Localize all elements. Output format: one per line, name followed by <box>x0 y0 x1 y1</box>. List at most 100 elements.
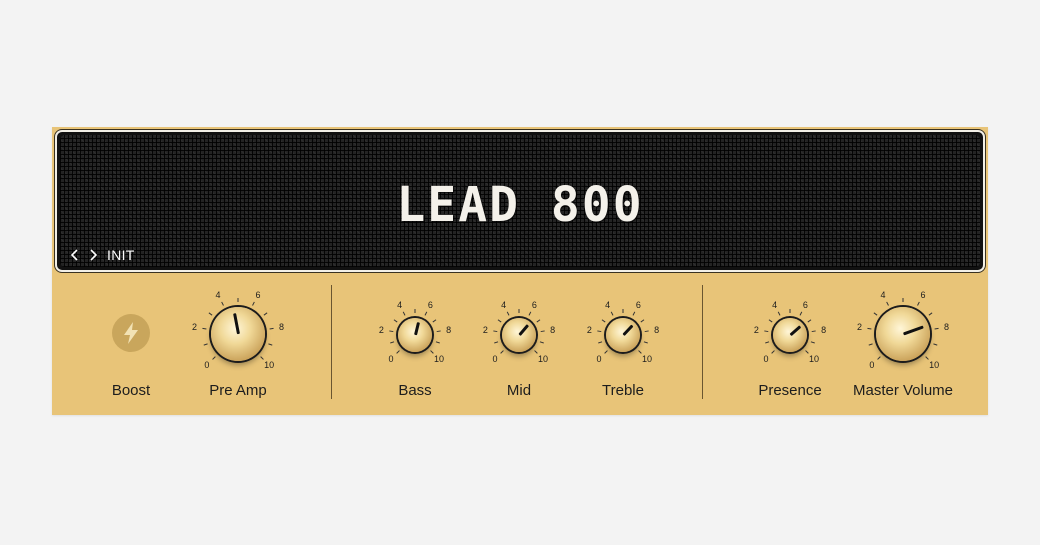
knob-tick <box>928 312 933 316</box>
knob-scale-number: 8 <box>550 324 556 335</box>
knob-pointer <box>902 325 924 336</box>
lightning-bolt-icon <box>124 322 138 344</box>
knob-tick <box>765 341 770 344</box>
chevron-right-icon[interactable] <box>87 247 99 263</box>
knob-scale-number: 10 <box>809 354 820 365</box>
knob-scale-number: 2 <box>192 322 198 333</box>
knob-tick <box>534 350 538 354</box>
knob-scale-number: 2 <box>378 324 384 335</box>
knob-scale-number: 6 <box>531 299 537 310</box>
knob-scale-number: 4 <box>772 299 778 310</box>
knob-tick <box>873 312 878 316</box>
master-volume-label: Master Volume <box>852 382 954 399</box>
knob-tick <box>632 311 636 316</box>
knob-tick <box>810 341 815 344</box>
knob-scale-number: 0 <box>492 354 498 365</box>
knob-tick <box>500 350 504 354</box>
knob-tick <box>807 319 812 323</box>
knob-pointer <box>232 313 240 335</box>
knob-tick <box>799 311 803 316</box>
boost-button[interactable] <box>112 314 150 352</box>
knob-scale-number: 4 <box>501 299 507 310</box>
knob-scale-number: 2 <box>586 324 592 335</box>
preset-name[interactable]: INIT <box>107 247 135 263</box>
amp-logo: LEAD 800 <box>396 177 644 233</box>
knob-tick <box>597 330 602 333</box>
knob-cap[interactable] <box>502 318 536 352</box>
knob-scale-number: 0 <box>596 354 602 365</box>
knob-pointer <box>517 324 529 336</box>
knob-scale-number: 0 <box>204 360 210 371</box>
knob-tick <box>396 350 400 354</box>
knob-tick <box>260 356 264 360</box>
speaker-grille: LEAD 800 <box>60 135 980 267</box>
knob-tick <box>494 341 499 344</box>
knob-cap[interactable] <box>606 318 640 352</box>
knob-tick <box>432 319 437 323</box>
knob-scale-number: 6 <box>255 289 261 300</box>
knob-tick <box>430 350 434 354</box>
knob-tick <box>269 327 274 330</box>
knob-scale-number: 8 <box>278 322 284 333</box>
knob-tick <box>925 356 929 360</box>
knob-cap[interactable] <box>211 307 265 361</box>
knob-tick <box>539 341 544 344</box>
knob-tick <box>934 327 939 330</box>
knob-tick <box>436 330 441 333</box>
knob-tick <box>506 311 510 316</box>
knob-pointer <box>789 325 801 337</box>
knob-tick <box>598 341 603 344</box>
knob-tick <box>493 330 498 333</box>
knob-cap[interactable] <box>398 318 432 352</box>
knob-scale-number: 10 <box>264 360 275 371</box>
knob-tick <box>393 319 398 323</box>
knob-tick <box>208 312 213 316</box>
knob-scale-number: 4 <box>397 299 403 310</box>
knob-scale-number: 6 <box>920 289 926 300</box>
knob-tick <box>268 343 273 346</box>
knob-tick <box>435 341 440 344</box>
knob-scale-number: 4 <box>880 289 886 300</box>
knob-pointer <box>621 324 633 337</box>
knob-tick <box>917 301 920 306</box>
knob-tick <box>390 341 395 344</box>
speaker-grille-frame: LEAD 800 INIT <box>55 130 985 272</box>
pre-amp-label: Pre Amp <box>209 382 267 399</box>
boost-label: Boost <box>111 382 151 399</box>
knob-scale-number: 2 <box>753 324 759 335</box>
knob-scale-number: 10 <box>929 360 940 371</box>
knob-tick <box>877 356 881 360</box>
knob-tick <box>424 311 428 316</box>
knob-tick <box>805 350 809 354</box>
knob-scale-number: 4 <box>605 299 611 310</box>
knob-tick <box>212 356 216 360</box>
section-divider <box>331 285 332 399</box>
knob-tick <box>777 311 781 316</box>
knob-tick <box>601 319 606 323</box>
knob-tick <box>202 327 207 330</box>
knob-tick <box>528 311 532 316</box>
knob-tick <box>203 343 208 346</box>
knob-cap[interactable] <box>773 318 807 352</box>
knob-tick <box>644 330 649 333</box>
knob-tick <box>867 327 872 330</box>
knob-tick <box>768 319 773 323</box>
knob-scale-number: 8 <box>821 324 827 335</box>
knob-tick <box>868 343 873 346</box>
knob-tick <box>811 330 816 333</box>
knob-tick <box>771 350 775 354</box>
section-divider <box>702 285 703 399</box>
chevron-left-icon[interactable] <box>69 247 81 263</box>
knob-tick <box>886 301 889 306</box>
knob-scale-number: 0 <box>388 354 394 365</box>
knob-tick <box>252 301 255 306</box>
knob-tick <box>610 311 614 316</box>
knob-scale-number: 2 <box>482 324 488 335</box>
knob-scale-number: 2 <box>857 322 863 333</box>
knob-tick <box>389 330 394 333</box>
knob-scale-number: 6 <box>635 299 641 310</box>
knob-cap[interactable] <box>876 307 930 361</box>
knob-tick <box>536 319 541 323</box>
knob-scale-number: 0 <box>869 360 875 371</box>
knob-tick <box>402 311 406 316</box>
